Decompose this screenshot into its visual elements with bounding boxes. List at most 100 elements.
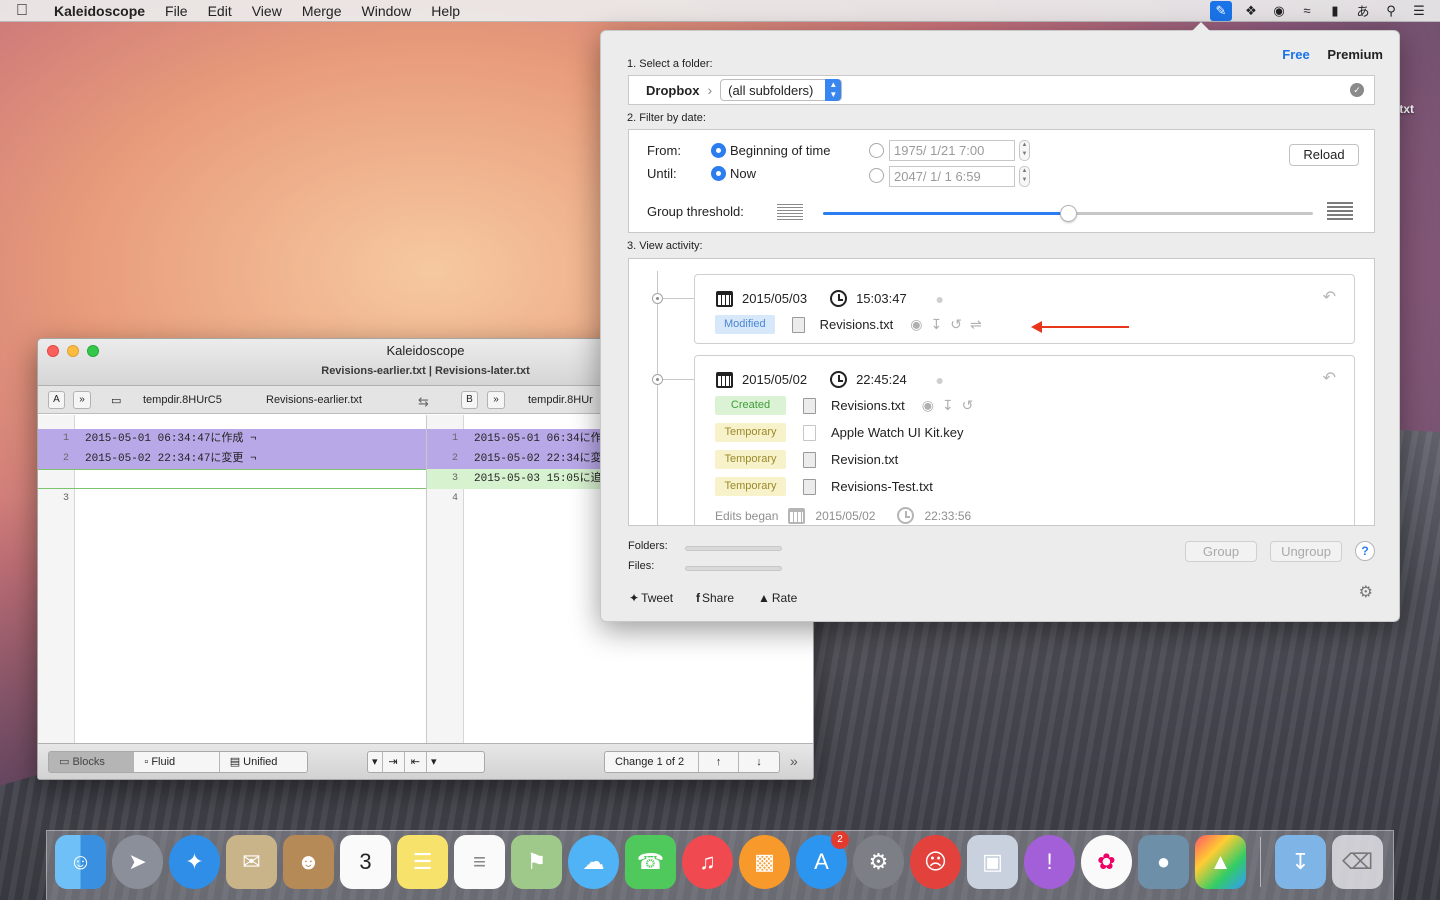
tweet-button[interactable]: ✦ Tweet [629,591,673,605]
trash-icon[interactable]: ⌫ [1332,835,1383,889]
apple-menu-icon[interactable]:  [0,2,44,20]
left-file-crumb[interactable]: Revisions-earlier.txt [266,394,362,406]
group-threshold-slider[interactable] [823,205,1313,222]
maps-icon[interactable]: ⚑ [511,835,562,889]
from-date-stepper[interactable]: ▲ ▼ [1019,140,1030,161]
until-date-stepper[interactable]: ▲ ▼ [1019,166,1030,187]
more-icon[interactable]: » [790,753,798,769]
previous-change-icon[interactable]: ↑ [699,752,739,772]
unified-view-button[interactable]: ▤ Unified [220,752,307,772]
reload-button[interactable]: Reload [1289,144,1359,166]
merge-right-dropdown[interactable]: ▾ [427,752,441,772]
revert-icon[interactable]: ↶ [1323,287,1336,307]
activity-group-card[interactable]: 2015/05/02 22:45:24 ● ↶ Created Revision… [694,355,1355,525]
notes-icon[interactable]: ☰ [397,835,448,889]
swap-icon[interactable]: ⇆ [418,394,429,410]
file-name[interactable]: Revisions-Test.txt [831,479,933,494]
path-expand-left-button[interactable]: » [73,391,91,409]
file-name[interactable]: Revisions.txt [820,317,894,332]
menu-window[interactable]: Window [352,0,422,22]
facetime-icon[interactable]: ☎ [625,835,676,889]
free-plan-link[interactable]: Free [1282,47,1309,62]
group-button[interactable]: Group [1185,541,1257,562]
until-now-radio[interactable] [711,166,726,181]
side-a-button[interactable]: A [48,391,65,409]
calendar-icon[interactable]: 3 [340,835,391,889]
launchpad-icon[interactable]: ➤ [112,835,163,889]
preview-eye-icon[interactable]: ◉ [910,316,922,333]
subfolder-select[interactable]: (all subfolders) ▲ ▼ [720,79,843,101]
until-date-field[interactable]: 2047/ 1/ 1 6:59 [889,166,1015,187]
merge-left-icon[interactable]: ⇤ [405,752,427,772]
app-icon[interactable]: ☹ [910,835,961,889]
safari-icon[interactable]: ✦ [169,835,220,889]
sync-status-icon[interactable]: ✓ [1350,83,1364,97]
activity-entry[interactable]: Temporary Apple Watch UI Kit.key [715,423,963,442]
menu-merge[interactable]: Merge [292,0,352,22]
fluid-view-button[interactable]: ▫ Fluid [134,752,220,772]
path-expand-right-button[interactable]: » [487,391,505,409]
file-name[interactable]: Revisions.txt [831,398,905,413]
from-date-radio[interactable] [869,143,884,158]
history-icon[interactable]: ↺ [950,316,962,333]
help-button[interactable]: ? [1355,541,1375,561]
gear-icon[interactable]: ⚙ [1359,582,1373,602]
kaleidoscope-menu-icon[interactable]: ✎ [1210,0,1232,21]
merge-left-dropdown[interactable]: ▾ [368,752,383,772]
right-folder-crumb[interactable]: tempdir.8HUr [528,394,593,406]
notification-center-icon[interactable]: ☰ [1410,3,1428,19]
activity-entry[interactable]: Created Revisions.txt ◉ ↧ ↺ [715,396,973,415]
history-icon[interactable]: ↺ [962,397,974,414]
preview-eye-icon[interactable]: ◉ [922,397,934,414]
spotlight-icon[interactable]: ⚲ [1382,3,1400,19]
activity-group-card[interactable]: 2015/05/03 15:03:47 ● ↶ Modified Revisio… [694,274,1355,344]
feedback-icon[interactable]: ! [1024,835,1075,889]
until-date-radio[interactable] [869,168,884,183]
folder-root[interactable]: Dropbox [646,83,699,98]
app-store-icon[interactable]: A2 [796,831,849,889]
compare-icon[interactable]: ⇌ [970,316,982,333]
left-folder-crumb[interactable]: tempdir.8HUrC5 [143,394,222,406]
system-preferences-icon[interactable]: ⚙ [853,835,904,889]
slider-knob[interactable] [1060,205,1077,222]
from-beginning-radio[interactable] [711,143,726,158]
download-icon[interactable]: ↧ [931,316,943,333]
reminders-icon[interactable]: ≡ [454,835,505,889]
preview-icon[interactable]: ▣ [967,835,1018,889]
battery-icon[interactable]: ▮ [1326,3,1344,19]
merge-right-icon[interactable]: ⇥ [383,752,405,772]
premium-plan-link[interactable]: Premium [1327,47,1383,62]
photos-icon[interactable]: ✿ [1081,835,1132,889]
activity-entry[interactable]: Temporary Revisions-Test.txt [715,477,933,496]
kaleidoscope-icon[interactable]: ▲ [1195,835,1246,889]
wifi-icon[interactable]: ≈ [1298,3,1316,19]
menu-app-name[interactable]: Kaleidoscope [44,0,155,22]
input-method-icon[interactable]: あ [1354,3,1372,19]
activity-entry[interactable]: Temporary Revision.txt [715,450,898,469]
from-date-field[interactable]: 1975/ 1/21 7:00 [889,140,1015,161]
file-name[interactable]: Revision.txt [831,452,898,467]
file-name[interactable]: Apple Watch UI Kit.key [831,425,963,440]
ungroup-button[interactable]: Ungroup [1270,541,1342,562]
ibooks-icon[interactable]: ▩ [739,835,790,889]
share-button[interactable]: f Share [696,591,734,605]
downloads-folder-icon[interactable]: ↧ [1275,835,1326,889]
download-icon[interactable]: ↧ [942,397,954,414]
messages-icon[interactable]: ☁ [568,835,619,889]
blocks-view-button[interactable]: ▭ Blocks [49,752,135,772]
next-change-icon[interactable]: ↓ [739,752,779,772]
contacts-icon[interactable]: ☻ [283,835,334,889]
side-b-button[interactable]: B [461,391,478,409]
menu-edit[interactable]: Edit [198,0,242,22]
menu-file[interactable]: File [155,0,198,22]
rate-button[interactable]: ▲ Rate [758,591,797,605]
dash-icon[interactable]: ◉ [1270,3,1288,19]
menu-view[interactable]: View [242,0,292,22]
image-capture-icon[interactable]: ● [1138,835,1189,889]
activity-timeline[interactable]: 2015/05/03 15:03:47 ● ↶ Modified Revisio… [628,258,1375,526]
finder-icon[interactable]: ☺ [55,835,106,889]
revert-icon[interactable]: ↶ [1323,368,1336,388]
activity-entry[interactable]: Modified Revisions.txt ◉ ↧ ↺ ⇌ [715,315,982,334]
itunes-icon[interactable]: ♫ [682,835,733,889]
dropbox-icon[interactable]: ❖ [1242,3,1260,19]
